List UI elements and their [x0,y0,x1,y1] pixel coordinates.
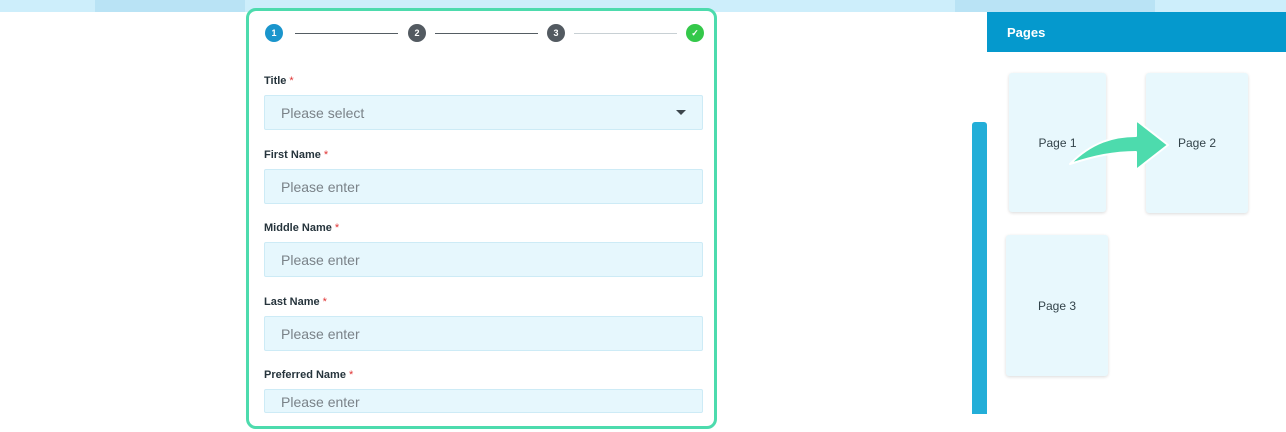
stepper: 1 2 3 ✓ [265,22,705,46]
middle-name-label: Middle Name * [264,222,339,234]
first-name-input[interactable]: Please enter [264,169,703,204]
pages-panel-title: Pages [1007,24,1046,40]
step-3[interactable]: 3 [547,24,565,42]
step-connector [435,33,538,34]
title-label: Title * [264,75,294,87]
last-name-label-text: Last Name [264,296,320,308]
required-asterisk: * [322,296,327,308]
step-connector [295,33,398,34]
step-2[interactable]: 2 [408,24,426,42]
pages-panel-header: Pages [987,12,1286,52]
step-connector [574,33,677,34]
preferred-name-label-text: Preferred Name [264,369,346,381]
first-name-label-text: First Name [264,149,321,161]
required-asterisk: * [348,369,354,381]
last-name-input[interactable]: Please enter [264,316,703,351]
top-bar-segment [955,0,1155,12]
page-thumbnail-label: Page 3 [1037,298,1077,313]
last-name-label: Last Name * [264,296,327,308]
title-select[interactable]: Please select [264,95,703,130]
preferred-name-label: Preferred Name * [264,369,353,381]
last-name-placeholder: Please enter [281,325,360,342]
required-asterisk: * [323,149,329,161]
pages-panel-scrollbar[interactable] [972,122,987,414]
first-name-label: First Name * [264,149,328,161]
chevron-down-icon [676,110,686,115]
required-asterisk: * [334,222,340,234]
move-page-arrow-icon [1069,119,1169,171]
middle-name-input[interactable]: Please enter [264,242,703,277]
top-bar-segment [95,0,245,12]
page-thumbnail-label: Page 2 [1177,136,1217,150]
title-label-text: Title [264,75,287,87]
middle-name-label-text: Middle Name [264,222,332,234]
page-thumbnail-3[interactable]: Page 3 [1006,235,1108,376]
required-asterisk: * [289,75,294,87]
first-name-placeholder: Please enter [281,178,360,195]
form-card: 1 2 3 ✓ Title * Please select First Name *… [246,8,717,429]
title-select-placeholder: Please select [281,104,365,121]
preferred-name-placeholder: Please enter [281,394,360,410]
step-complete-check-icon[interactable]: ✓ [686,24,704,42]
preferred-name-input[interactable]: Please enter [264,389,703,413]
step-1[interactable]: 1 [265,24,283,42]
middle-name-placeholder: Please enter [281,251,360,268]
